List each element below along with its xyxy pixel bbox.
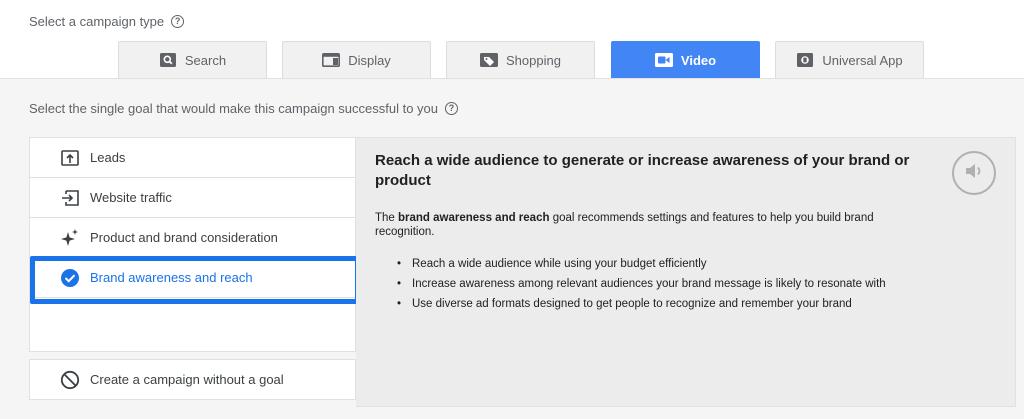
- leads-icon: [60, 148, 80, 168]
- tab-label: Display: [348, 52, 391, 68]
- display-icon: [322, 53, 341, 67]
- tab-label: Universal App: [822, 52, 903, 68]
- goal-leads[interactable]: Leads: [30, 138, 355, 178]
- select-type-label: Select a campaign type: [29, 14, 165, 29]
- help-icon[interactable]: ?: [171, 15, 185, 28]
- tab-search[interactable]: Search: [118, 41, 267, 78]
- universal-app-icon: [796, 53, 814, 67]
- tab-video[interactable]: Video: [611, 41, 760, 78]
- check-circle-icon: [60, 268, 80, 288]
- desc-prefix: The: [375, 212, 399, 224]
- bullet-item: Increase awareness among relevant audien…: [397, 276, 937, 292]
- campaign-type-section: Select a campaign type ? Search Display …: [0, 0, 1024, 78]
- campaign-type-tabs: Search Display Shopping Video Universal …: [0, 41, 1024, 78]
- select-type-heading: Select a campaign type ?: [29, 14, 185, 29]
- tab-universal-app[interactable]: Universal App: [775, 41, 924, 78]
- detail-title: Reach a wide audience to generate or inc…: [375, 152, 910, 189]
- goal-detail-panel: Reach a wide audience to generate or inc…: [356, 137, 1016, 407]
- search-icon: [159, 53, 177, 67]
- goal-label: Product and brand consideration: [90, 230, 278, 245]
- tab-label: Search: [184, 52, 227, 68]
- create-without-goal-option[interactable]: Create a campaign without a goal: [29, 359, 356, 400]
- video-icon: [654, 53, 673, 67]
- speaker-icon: [963, 161, 985, 186]
- sparkle-icon: [60, 228, 80, 248]
- goal-prompt: Select the single goal that would make t…: [29, 101, 459, 116]
- goal-website-traffic[interactable]: Website traffic: [30, 178, 355, 218]
- help-icon[interactable]: ?: [445, 102, 459, 115]
- tab-label: Video: [680, 52, 717, 68]
- goal-prompt-label: Select the single goal that would make t…: [29, 101, 439, 116]
- no-goal-icon: [60, 370, 80, 390]
- bullet-item: Use diverse ad formats designed to get p…: [397, 296, 937, 312]
- speaker-button[interactable]: [952, 151, 996, 195]
- detail-bullets: Reach a wide audience while using your b…: [397, 256, 937, 316]
- goal-label: Leads: [90, 150, 126, 165]
- no-goal-label: Create a campaign without a goal: [90, 372, 284, 387]
- goal-product-brand-consideration[interactable]: Product and brand consideration: [30, 218, 355, 258]
- goal-list: Leads Website traffic Product and brand …: [29, 137, 356, 352]
- detail-description: The brand awareness and reach goal recom…: [375, 211, 935, 239]
- goal-brand-awareness-reach[interactable]: Brand awareness and reach: [30, 258, 355, 298]
- tab-shopping[interactable]: Shopping: [446, 41, 595, 78]
- bullet-item: Reach a wide audience while using your b…: [397, 256, 937, 272]
- tab-label: Shopping: [506, 52, 561, 68]
- website-traffic-icon: [60, 188, 80, 208]
- goal-label: Brand awareness and reach: [90, 270, 253, 285]
- goal-label: Website traffic: [90, 190, 172, 205]
- shopping-tag-icon: [480, 53, 499, 67]
- tab-display[interactable]: Display: [282, 41, 431, 78]
- desc-bold: brand awareness and reach: [398, 212, 550, 224]
